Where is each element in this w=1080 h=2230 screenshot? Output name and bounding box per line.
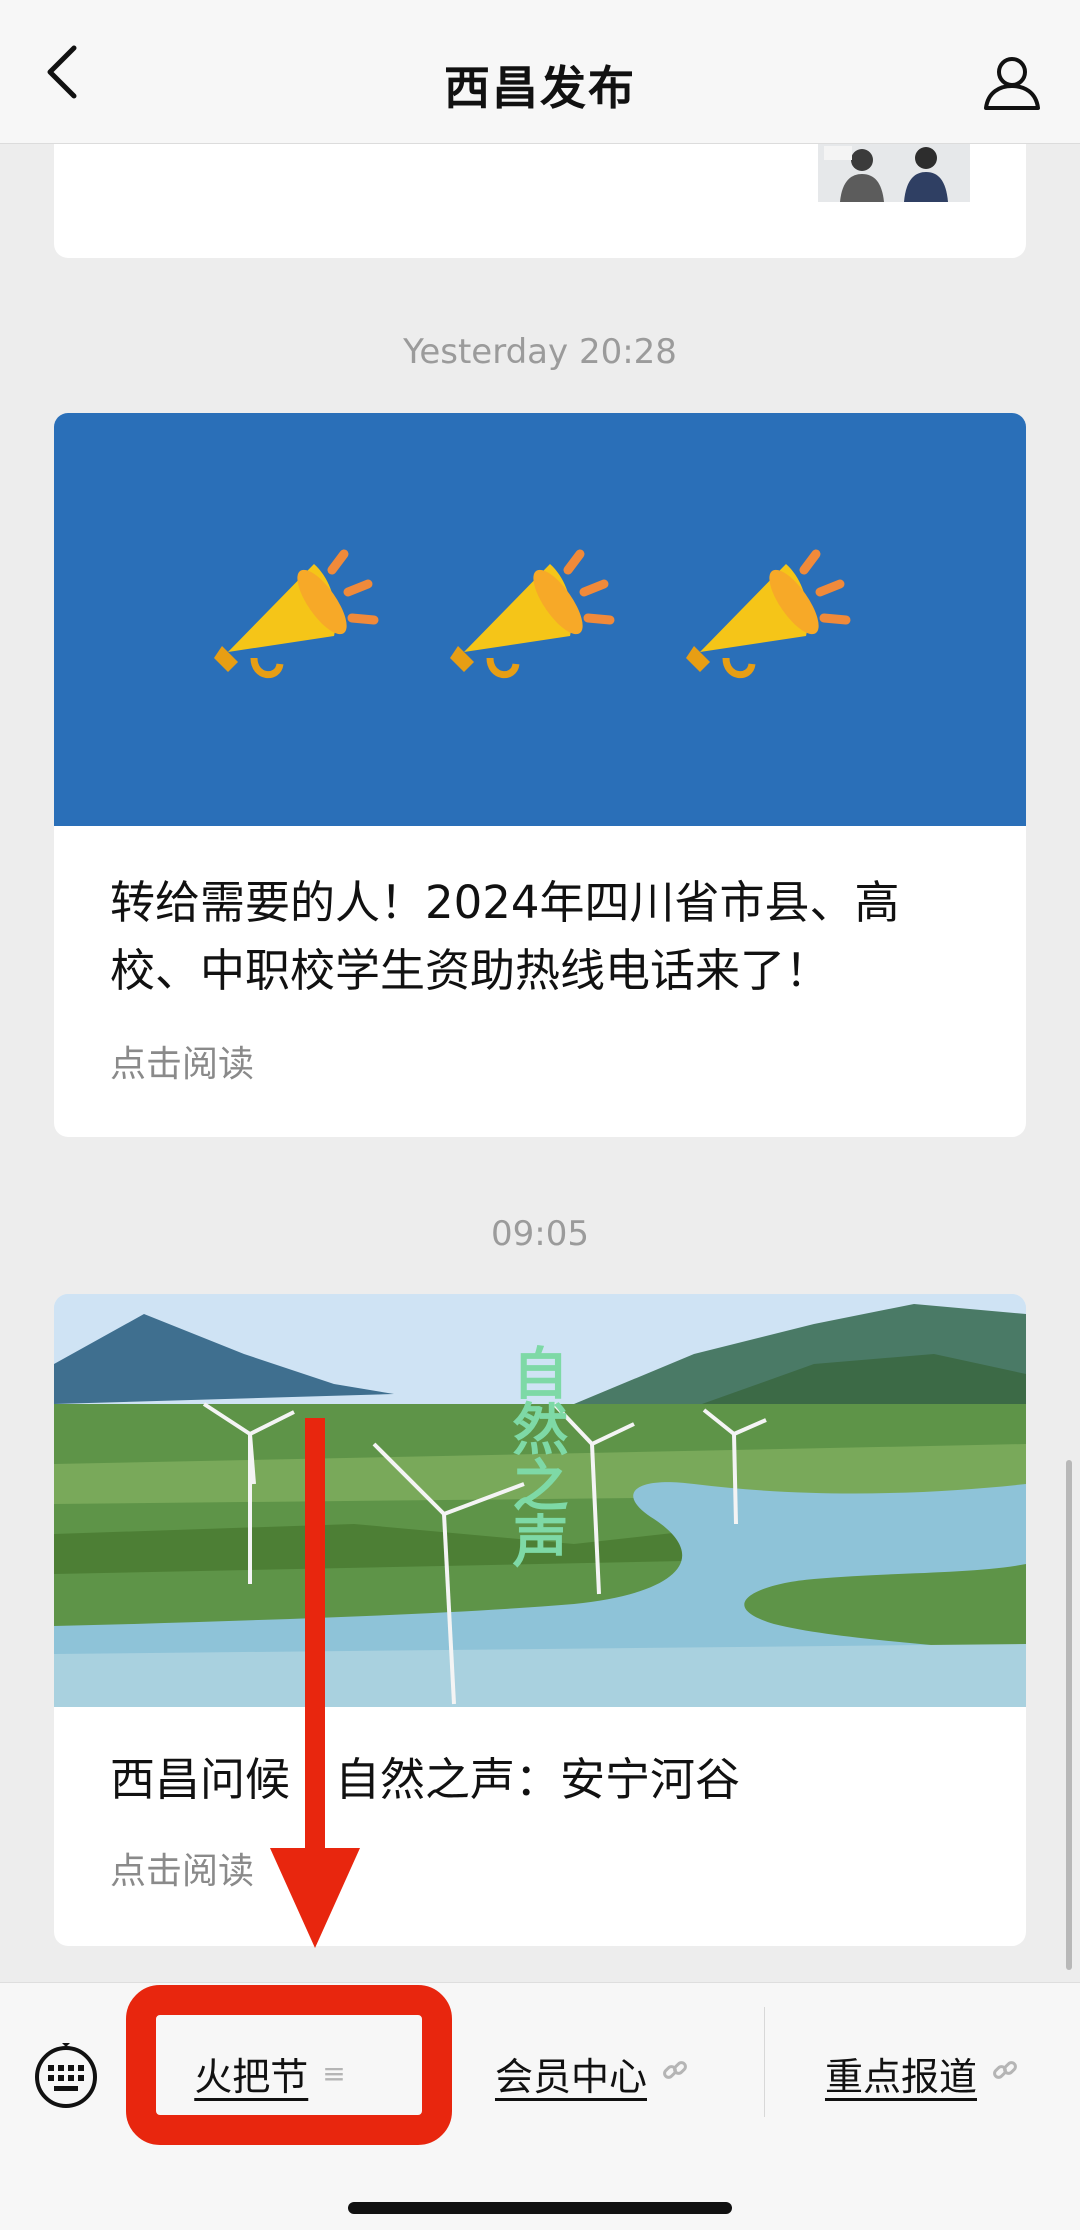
message-timestamp: Yesterday 20:28	[403, 332, 677, 372]
article-card[interactable]: 自然之声 西昌问候丨自然之声：安宁河谷 点击阅读	[54, 1294, 1026, 1946]
message-timestamp: 09:05	[491, 1214, 589, 1254]
article-thumbnail	[818, 144, 970, 202]
annotation-arrow-icon	[270, 1418, 360, 1948]
read-more-label: 点击阅读	[110, 1851, 255, 1892]
article-cover-image: 自然之声	[54, 1294, 1026, 1707]
article-card[interactable]: 转给需要的人！2024年四川省市县、高校、中职校学生资助热线电话来了！ 点击阅读	[54, 413, 1026, 1137]
menu-item-label: 会员中心	[494, 2054, 647, 2099]
read-more-label: 点击阅读	[110, 1044, 255, 1085]
profile-button[interactable]	[982, 52, 1046, 116]
link-icon	[661, 2056, 689, 2091]
page-title: 西昌发布	[444, 61, 636, 115]
top-navigation-bar: 西昌发布	[0, 0, 1080, 144]
article-title: 转给需要的人！2024年四川省市县、高校、中职校学生资助热线电话来了！	[110, 876, 900, 997]
article-cover-image	[54, 413, 1026, 826]
keyboard-icon	[35, 2043, 97, 2108]
megaphone-icon	[450, 549, 615, 678]
megaphone-icon	[686, 549, 851, 678]
menu-item-key-reports[interactable]: 重点报道	[764, 2023, 1080, 2123]
menu-item-member-center[interactable]: 会员中心	[432, 2023, 752, 2123]
article-title: 西昌问候丨自然之声：安宁河谷	[110, 1753, 741, 1806]
keyboard-toggle-button[interactable]	[32, 2041, 100, 2109]
annotation-highlight-box	[126, 1985, 452, 2145]
menu-item-label: 重点报道	[824, 2054, 977, 2099]
scrollbar[interactable]	[1066, 1460, 1072, 1970]
image-caption: 自然之声	[503, 1344, 569, 1568]
megaphone-icon	[214, 549, 379, 678]
person-icon	[984, 57, 1040, 110]
home-indicator[interactable]	[348, 2202, 732, 2214]
link-icon	[991, 2056, 1019, 2091]
